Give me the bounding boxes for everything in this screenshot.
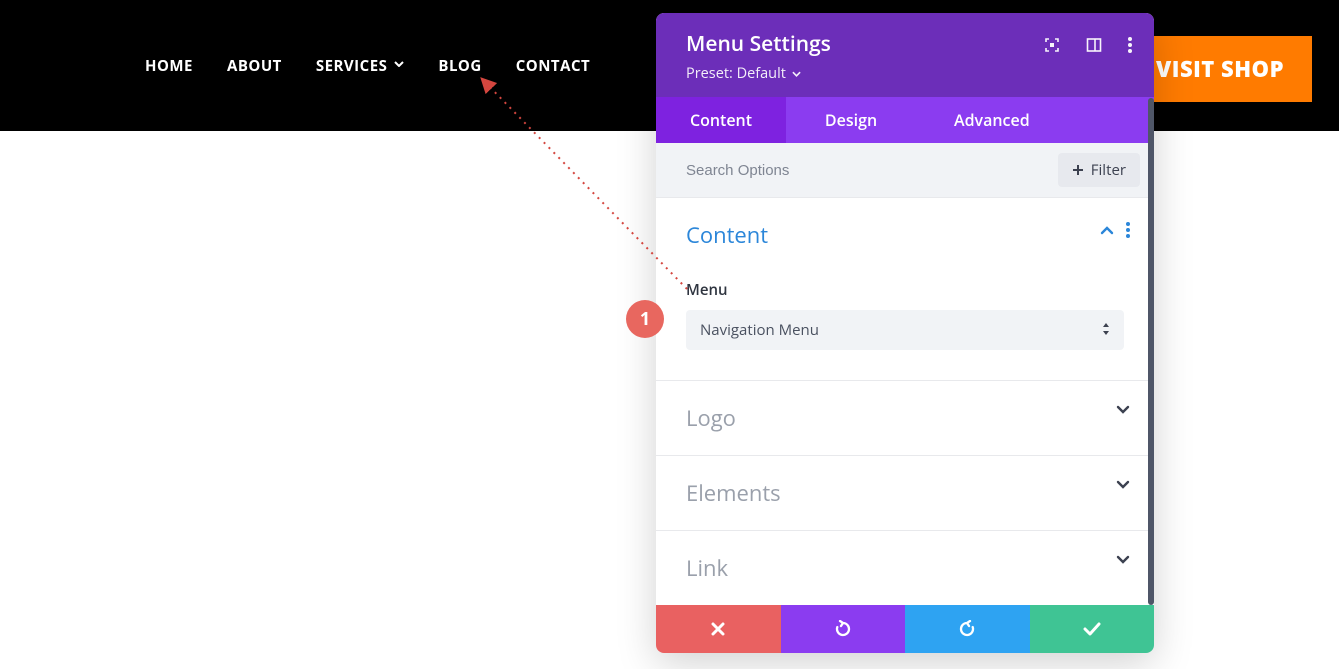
nav-item-label: SERVICES (316, 56, 388, 76)
section-title: Link (686, 553, 1124, 583)
section-elements[interactable]: Elements (656, 456, 1154, 531)
preset-label: Preset: Default (686, 64, 786, 83)
chevron-up-icon[interactable] (1100, 226, 1114, 235)
filter-button[interactable]: Filter (1058, 153, 1140, 187)
section-logo[interactable]: Logo (656, 381, 1154, 456)
confirm-button[interactable] (1030, 605, 1155, 653)
chevron-down-icon[interactable] (1116, 405, 1130, 414)
nav-items: HOME ABOUT SERVICES BLOG CONTACT (145, 56, 590, 76)
visit-shop-button[interactable]: VISIT SHOP (1128, 36, 1312, 102)
expand-icon[interactable] (1044, 37, 1060, 53)
menu-settings-panel: Menu Settings Preset: Default (656, 13, 1154, 653)
kebab-menu-icon[interactable] (1128, 37, 1132, 53)
annotation-badge: 1 (626, 300, 664, 338)
preset-selector[interactable]: Preset: Default (686, 64, 1126, 83)
menu-select-value: Navigation Menu (700, 320, 819, 340)
tab-design[interactable]: Design (786, 97, 916, 143)
chevron-down-icon[interactable] (1116, 555, 1130, 564)
search-row: Filter (656, 143, 1154, 198)
section-content: Content Menu Navigation Menu (656, 198, 1154, 381)
redo-button[interactable] (905, 605, 1030, 653)
cancel-button[interactable] (656, 605, 781, 653)
check-icon (1082, 621, 1102, 637)
chevron-down-icon[interactable] (1116, 480, 1130, 489)
search-options-input[interactable] (686, 162, 1058, 179)
caret-down-icon (792, 71, 801, 77)
dock-icon[interactable] (1086, 37, 1102, 53)
menu-field-label: Menu (686, 280, 1124, 300)
kebab-menu-icon[interactable] (1126, 222, 1130, 238)
panel-tabs: Content Design Advanced (656, 97, 1154, 143)
panel-header: Menu Settings Preset: Default (656, 13, 1154, 97)
close-icon (710, 621, 726, 637)
section-link[interactable]: Link (656, 531, 1154, 605)
section-title: Elements (686, 478, 1124, 508)
tab-content[interactable]: Content (656, 97, 786, 143)
panel-body: Content Menu Navigation Menu Logo (656, 198, 1154, 605)
filter-label: Filter (1091, 160, 1126, 180)
panel-action-bar (656, 605, 1154, 653)
plus-icon (1072, 164, 1084, 176)
undo-icon (834, 620, 852, 638)
menu-select[interactable]: Navigation Menu (686, 310, 1124, 350)
tab-advanced[interactable]: Advanced (916, 97, 1154, 143)
section-title: Logo (686, 403, 1124, 433)
nav-item-services[interactable]: SERVICES (316, 56, 405, 76)
panel-header-icons (1044, 37, 1132, 53)
nav-item-home[interactable]: HOME (145, 56, 193, 76)
chevron-down-icon (394, 61, 404, 71)
nav-item-blog[interactable]: BLOG (438, 56, 481, 76)
nav-item-contact[interactable]: CONTACT (516, 56, 590, 76)
select-caret-icon (1102, 320, 1110, 340)
redo-icon (958, 620, 976, 638)
section-actions (1100, 222, 1130, 238)
section-title[interactable]: Content (686, 220, 1124, 250)
undo-button[interactable] (781, 605, 906, 653)
nav-item-about[interactable]: ABOUT (227, 56, 282, 76)
